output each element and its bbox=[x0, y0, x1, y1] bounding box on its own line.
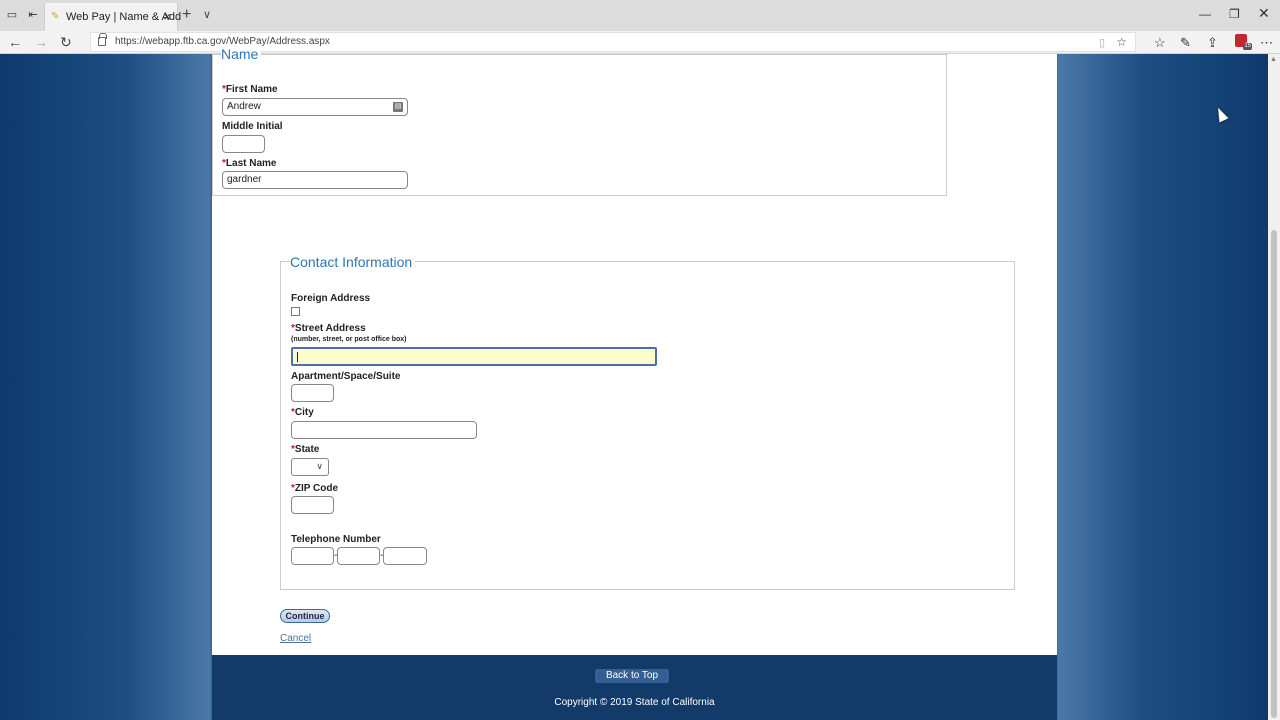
contact-fieldset: Contact Information Foreign Address *Str… bbox=[280, 254, 1015, 590]
vertical-scrollbar[interactable]: ▲ bbox=[1268, 54, 1280, 720]
last-name-label: *Last Name bbox=[222, 158, 277, 169]
street-address-input[interactable] bbox=[291, 347, 657, 366]
last-name-value: gardner bbox=[227, 174, 262, 185]
zip-code-label: *ZIP Code bbox=[291, 483, 339, 494]
reading-view-icon[interactable]: ▯ bbox=[1099, 36, 1105, 49]
back-to-top-button[interactable]: Back to Top bbox=[595, 669, 669, 683]
new-tab-icon[interactable]: + bbox=[182, 6, 191, 24]
state-label: *State bbox=[291, 444, 320, 455]
chevron-down-icon: ∨ bbox=[316, 461, 323, 471]
city-label: *City bbox=[291, 407, 314, 418]
site-favicon-icon: ✎ bbox=[51, 11, 60, 22]
text-caret bbox=[297, 352, 298, 362]
browser-tab[interactable]: ✎ Web Pay | Name & Add × bbox=[44, 3, 181, 31]
browser-tab-bar: ▭ ⇤ ✎ Web Pay | Name & Add × + ∨ — ❐ ✕ bbox=[0, 0, 1280, 31]
share-icon[interactable]: ⇪ bbox=[1207, 35, 1218, 51]
more-menu-icon[interactable]: ⋯ bbox=[1260, 35, 1273, 51]
back-icon[interactable]: ← bbox=[8, 34, 22, 50]
close-window-icon[interactable]: ✕ bbox=[1258, 5, 1270, 22]
minimize-icon[interactable]: — bbox=[1199, 7, 1211, 21]
tab-actions-icon[interactable]: ▭ bbox=[5, 8, 19, 22]
zip-code-input[interactable] bbox=[291, 496, 334, 514]
foreign-address-label: Foreign Address bbox=[291, 293, 371, 304]
first-name-label: *First Name bbox=[222, 84, 278, 95]
restore-icon[interactable]: ❐ bbox=[1229, 7, 1240, 21]
city-input[interactable] bbox=[291, 421, 477, 439]
apartment-input[interactable] bbox=[291, 384, 334, 402]
set-aside-tabs-icon[interactable]: ⇤ bbox=[26, 8, 40, 22]
favorites-hub-icon[interactable]: ☆ bbox=[1154, 35, 1166, 51]
street-address-label: *Street Address bbox=[291, 323, 366, 334]
extension-icon[interactable]: 15 bbox=[1235, 34, 1252, 50]
contact-legend: Contact Information bbox=[290, 254, 416, 270]
first-name-input[interactable]: Andrew ▤ bbox=[222, 98, 408, 116]
forward-icon[interactable]: → bbox=[34, 34, 48, 50]
name-fieldset: Name *First Name Andrew ▤ Middle Initial… bbox=[212, 46, 947, 196]
copyright-text: Copyright © 2019 State of California bbox=[554, 697, 715, 708]
close-tab-icon[interactable]: × bbox=[163, 9, 171, 24]
continue-button[interactable]: Continue bbox=[280, 609, 330, 623]
favorite-star-icon[interactable]: ☆ bbox=[1116, 35, 1127, 49]
browser-address-bar: ← → ↻ https://webapp.ftb.ca.gov/WebPay/A… bbox=[0, 31, 1280, 54]
scroll-up-icon[interactable]: ▲ bbox=[1270, 56, 1277, 63]
main-content: Name *First Name Andrew ▤ Middle Initial… bbox=[212, 46, 1057, 655]
last-name-input[interactable]: gardner bbox=[222, 171, 408, 189]
name-legend: Name bbox=[221, 46, 262, 62]
cancel-link[interactable]: Cancel bbox=[280, 633, 311, 644]
street-address-hint: (number, street, or post office box) bbox=[291, 336, 407, 343]
lock-icon bbox=[98, 33, 107, 46]
state-select[interactable]: ∨ bbox=[291, 458, 329, 476]
telephone-label: Telephone Number bbox=[291, 534, 381, 545]
phone-line-input[interactable] bbox=[383, 547, 427, 565]
first-name-value: Andrew bbox=[227, 101, 261, 112]
pen-annotate-icon[interactable]: ✎ bbox=[1180, 35, 1191, 51]
autofill-icon[interactable]: ▤ bbox=[393, 102, 403, 112]
scroll-thumb[interactable] bbox=[1271, 230, 1277, 718]
foreign-address-checkbox[interactable] bbox=[291, 307, 300, 316]
extension-badge: 15 bbox=[1243, 43, 1252, 50]
middle-initial-input[interactable] bbox=[222, 135, 265, 153]
page-footer: Back to Top Copyright © 2019 State of Ca… bbox=[212, 655, 1057, 720]
phone-area-code-input[interactable] bbox=[291, 547, 334, 565]
middle-initial-label: Middle Initial bbox=[222, 121, 283, 132]
apartment-label: Apartment/Space/Suite bbox=[291, 371, 401, 382]
phone-prefix-input[interactable] bbox=[337, 547, 380, 565]
tab-list-chevron-icon[interactable]: ∨ bbox=[203, 8, 211, 21]
refresh-icon[interactable]: ↻ bbox=[60, 34, 72, 51]
